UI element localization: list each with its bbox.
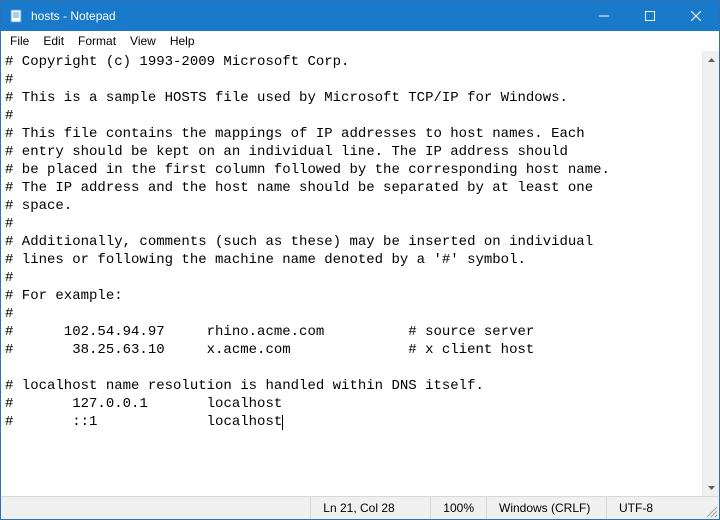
menu-format[interactable]: Format — [71, 33, 123, 49]
scrollbar-track[interactable] — [703, 68, 719, 479]
editor-text: # Copyright (c) 1993-2009 Microsoft Corp… — [5, 54, 610, 430]
statusbar-spacer — [1, 497, 311, 519]
editor-content[interactable]: # Copyright (c) 1993-2009 Microsoft Corp… — [1, 51, 719, 433]
notepad-app-icon — [9, 8, 25, 24]
window-title: hosts - Notepad — [31, 9, 116, 23]
text-caret — [282, 415, 283, 430]
titlebar[interactable]: hosts - Notepad — [1, 1, 719, 31]
close-icon — [691, 11, 701, 21]
minimize-icon — [599, 11, 609, 21]
chevron-up-icon — [708, 58, 715, 62]
maximize-icon — [645, 11, 655, 21]
menu-view[interactable]: View — [123, 33, 163, 49]
close-button[interactable] — [673, 1, 719, 31]
resize-grip[interactable] — [702, 497, 719, 519]
scroll-down-button[interactable] — [703, 479, 719, 496]
maximize-button[interactable] — [627, 1, 673, 31]
status-line-ending: Windows (CRLF) — [487, 497, 607, 519]
statusbar: Ln 21, Col 28 100% Windows (CRLF) UTF-8 — [1, 496, 719, 519]
menubar: File Edit Format View Help — [1, 31, 719, 51]
vertical-scrollbar[interactable] — [702, 51, 719, 496]
notepad-window: hosts - Notepad File Edit Format View He… — [0, 0, 720, 520]
status-zoom: 100% — [431, 497, 487, 519]
status-position: Ln 21, Col 28 — [311, 497, 431, 519]
minimize-button[interactable] — [581, 1, 627, 31]
menu-edit[interactable]: Edit — [36, 33, 71, 49]
editor-area[interactable]: # Copyright (c) 1993-2009 Microsoft Corp… — [1, 51, 719, 496]
menu-file[interactable]: File — [3, 33, 36, 49]
resize-grip-icon — [705, 505, 717, 517]
menu-help[interactable]: Help — [163, 33, 202, 49]
status-encoding: UTF-8 — [607, 497, 702, 519]
chevron-down-icon — [708, 486, 715, 490]
scroll-up-button[interactable] — [703, 51, 719, 68]
